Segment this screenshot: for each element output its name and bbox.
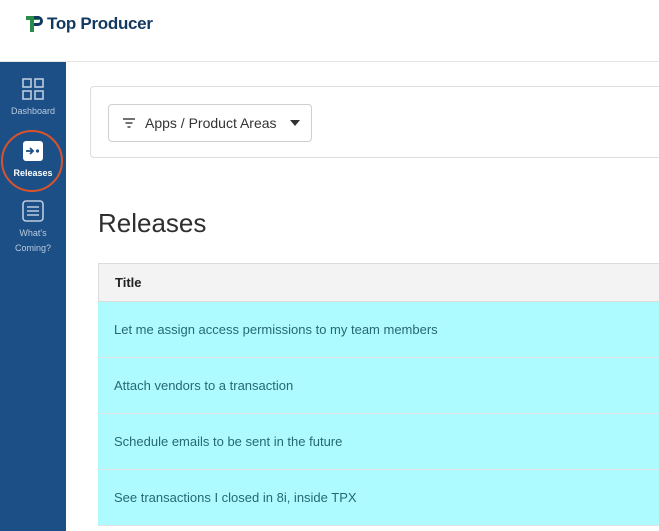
sidebar-item-label: Dashboard	[10, 106, 56, 116]
release-title: Schedule emails to be sent in the future	[114, 434, 343, 449]
release-title: See transactions I closed in 8i, inside …	[114, 490, 357, 505]
releases-icon	[23, 141, 43, 161]
column-header-title[interactable]: Title	[98, 263, 659, 302]
page-title: Releases	[98, 208, 207, 238]
release-title: Attach vendors to a transaction	[114, 378, 294, 393]
filter-icon	[123, 118, 135, 128]
whats-coming-icon	[22, 200, 44, 222]
brand-name: Top Producer	[47, 14, 153, 33]
sidebar: Dashboard Releases What's Coming?	[0, 62, 66, 531]
logo[interactable]: Top Producer	[26, 14, 153, 34]
sidebar-item-releases[interactable]: Releases	[0, 140, 66, 181]
filter-label: Apps / Product Areas	[145, 115, 277, 131]
table-row[interactable]: See transactions I closed in 8i, inside …	[98, 470, 659, 526]
filter-panel: Apps / Product Areas	[90, 86, 659, 158]
caret-down-icon	[290, 120, 300, 126]
table-row[interactable]: Schedule emails to be sent in the future	[98, 414, 659, 470]
releases-table: Title Let me assign access permissions t…	[98, 263, 659, 526]
top-producer-logo-icon	[26, 16, 43, 32]
sidebar-item-label: What's Coming?	[14, 228, 52, 253]
release-title: Let me assign access permissions to my t…	[114, 322, 438, 337]
table-row[interactable]: Let me assign access permissions to my t…	[98, 302, 659, 358]
top-bar: Top Producer	[0, 0, 659, 62]
table-row[interactable]: Attach vendors to a transaction	[98, 358, 659, 414]
sidebar-item-label: Releases	[13, 168, 53, 178]
sidebar-item-whats-coming[interactable]: What's Coming?	[0, 200, 66, 256]
sidebar-item-dashboard[interactable]: Dashboard	[0, 78, 66, 119]
dashboard-grid-icon	[22, 78, 44, 100]
apps-product-areas-dropdown[interactable]: Apps / Product Areas	[108, 104, 312, 142]
